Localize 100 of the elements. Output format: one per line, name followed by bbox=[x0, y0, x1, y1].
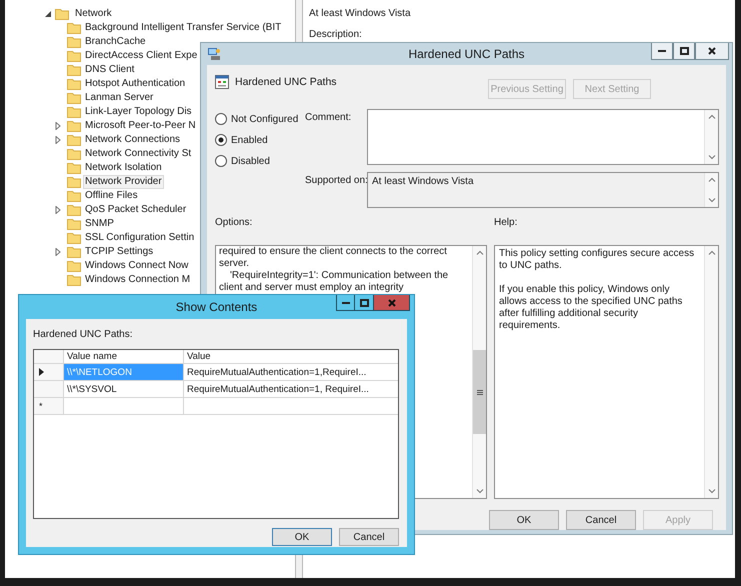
maximize-button[interactable] bbox=[355, 295, 374, 311]
options-text: server. bbox=[219, 258, 250, 270]
scroll-up-icon[interactable] bbox=[708, 250, 716, 255]
scrollbar[interactable] bbox=[472, 246, 486, 498]
radio-option[interactable]: Enabled bbox=[215, 134, 301, 146]
row-header[interactable]: * bbox=[34, 398, 64, 415]
tree-item[interactable]: DirectAccess Client Expe bbox=[83, 49, 200, 63]
tree-item[interactable]: Background Intelligent Transfer Service (BIT bbox=[83, 21, 284, 35]
minimize-button[interactable] bbox=[651, 43, 673, 60]
row-header[interactable] bbox=[34, 364, 64, 381]
table-cell[interactable]: RequireMutualAuthentication=1, RequireI... bbox=[184, 381, 398, 398]
tree-item[interactable]: BranchCache bbox=[83, 35, 148, 49]
dialog-button[interactable]: OK bbox=[489, 510, 559, 530]
folder-icon bbox=[67, 162, 81, 174]
supported-on-field: At least Windows Vista bbox=[367, 172, 719, 208]
tree-item[interactable]: Microsoft Peer-to-Peer N bbox=[83, 119, 198, 133]
table-cell[interactable]: RequireMutualAuthentication=1,RequireI... bbox=[184, 364, 398, 381]
table-cell[interactable]: \\*\SYSVOL bbox=[64, 381, 184, 398]
column-header[interactable]: Value bbox=[184, 350, 398, 364]
scroll-down-icon[interactable] bbox=[708, 155, 716, 160]
folder-icon bbox=[67, 260, 81, 272]
maximize-button[interactable] bbox=[673, 43, 695, 60]
folder-icon bbox=[67, 176, 81, 188]
radio-option[interactable]: Not Configured bbox=[215, 113, 301, 125]
folder-icon bbox=[67, 134, 81, 146]
folder-icon bbox=[67, 120, 81, 132]
scroll-down-icon[interactable] bbox=[476, 489, 484, 494]
tree-item[interactable]: Network Isolation bbox=[83, 161, 164, 175]
options-text: 'RequireIntegrity=1': Communication between the bbox=[229, 270, 450, 282]
dialog-button[interactable]: OK bbox=[272, 528, 332, 546]
folder-icon bbox=[67, 36, 81, 48]
tree-item[interactable]: Lanman Server bbox=[83, 91, 156, 105]
setting-name: Hardened UNC Paths bbox=[235, 76, 337, 88]
scroll-up-icon[interactable] bbox=[708, 114, 716, 119]
scroll-down-icon[interactable] bbox=[708, 198, 716, 203]
tree-item[interactable]: Network Provider bbox=[83, 175, 164, 189]
comment-label: Comment: bbox=[304, 111, 352, 125]
list-label: Hardened UNC Paths: bbox=[33, 329, 134, 341]
folder-icon bbox=[67, 50, 81, 62]
folder-icon bbox=[67, 274, 81, 286]
tree-item[interactable]: Windows Connect Now bbox=[83, 259, 190, 273]
radio-button[interactable] bbox=[215, 113, 227, 125]
radio-option[interactable]: Disabled bbox=[215, 155, 301, 167]
scroll-down-icon[interactable] bbox=[708, 489, 716, 494]
tree-item[interactable]: Network Connectivity St bbox=[83, 147, 194, 161]
scrollbar[interactable] bbox=[704, 110, 718, 164]
help-label: Help: bbox=[494, 217, 518, 230]
requirements-value: At least Windows Vista bbox=[309, 8, 411, 19]
tree-item[interactable]: QoS Packet Scheduler bbox=[83, 203, 188, 217]
folder-icon bbox=[67, 190, 81, 202]
tree-item[interactable]: DNS Client bbox=[83, 63, 136, 77]
expand-arrow-icon[interactable] bbox=[55, 122, 61, 130]
scrollbar[interactable] bbox=[704, 246, 718, 498]
tree-item[interactable]: SNMP bbox=[83, 217, 116, 231]
folder-icon bbox=[67, 92, 81, 104]
scroll-up-icon[interactable] bbox=[476, 250, 484, 255]
folder-icon bbox=[67, 64, 81, 76]
table-cell[interactable] bbox=[64, 398, 184, 415]
tree-item[interactable]: Network Connections bbox=[83, 133, 182, 147]
radio-button[interactable] bbox=[215, 134, 227, 146]
folder-icon bbox=[67, 204, 81, 216]
minimize-button[interactable] bbox=[336, 295, 355, 311]
tree-item[interactable]: Windows Connection M bbox=[83, 273, 192, 287]
dialog-button[interactable]: Cancel bbox=[566, 510, 636, 530]
tree-item[interactable]: TCPIP Settings bbox=[83, 245, 156, 259]
tree-item[interactable]: SSL Configuration Settin bbox=[83, 231, 196, 245]
scrollbar[interactable] bbox=[704, 173, 718, 207]
scrollbar-thumb[interactable] bbox=[473, 350, 486, 434]
policy-setting-icon bbox=[215, 75, 229, 89]
folder-icon bbox=[67, 78, 81, 90]
minimize-icon bbox=[658, 50, 666, 52]
window-title: Hardened UNC Paths bbox=[408, 47, 525, 61]
radio-button[interactable] bbox=[215, 155, 227, 167]
close-icon bbox=[388, 298, 396, 306]
options-text: required to ensure the client connects to the correct bbox=[219, 246, 448, 258]
tree-item[interactable]: Hotspot Authentication bbox=[83, 77, 188, 91]
scroll-up-icon[interactable] bbox=[708, 177, 716, 182]
description-label: Description: bbox=[309, 29, 362, 40]
expand-arrow-icon[interactable] bbox=[55, 136, 61, 144]
folder-icon bbox=[67, 22, 81, 34]
grip-icon bbox=[476, 390, 482, 394]
folder-icon bbox=[55, 8, 69, 20]
window-title: Show Contents bbox=[176, 300, 258, 314]
expand-arrow-icon[interactable] bbox=[55, 248, 61, 256]
comment-field[interactable] bbox=[367, 109, 719, 165]
column-header[interactable]: Value name bbox=[64, 350, 184, 364]
help-text: If you enable this policy, Windows only allows access to the specified UNC paths after fulfilling additional security requirements. bbox=[499, 284, 684, 332]
supported-on-label: Supported on: bbox=[304, 174, 367, 188]
tree-item[interactable]: Offline Files bbox=[83, 189, 140, 203]
maximize-icon bbox=[680, 47, 688, 55]
tree-item[interactable]: Link-Layer Topology Dis bbox=[83, 105, 194, 119]
expand-arrow-icon[interactable] bbox=[45, 11, 51, 17]
options-text: client and server must employ an integrity bbox=[219, 282, 405, 294]
expand-arrow-icon[interactable] bbox=[55, 206, 61, 214]
tree-item[interactable]: Network bbox=[73, 7, 114, 21]
dialog-button[interactable]: Cancel bbox=[339, 528, 399, 546]
current-row-icon bbox=[39, 368, 44, 376]
close-icon bbox=[708, 47, 716, 55]
close-button[interactable] bbox=[695, 43, 729, 60]
folder-icon bbox=[67, 232, 81, 244]
